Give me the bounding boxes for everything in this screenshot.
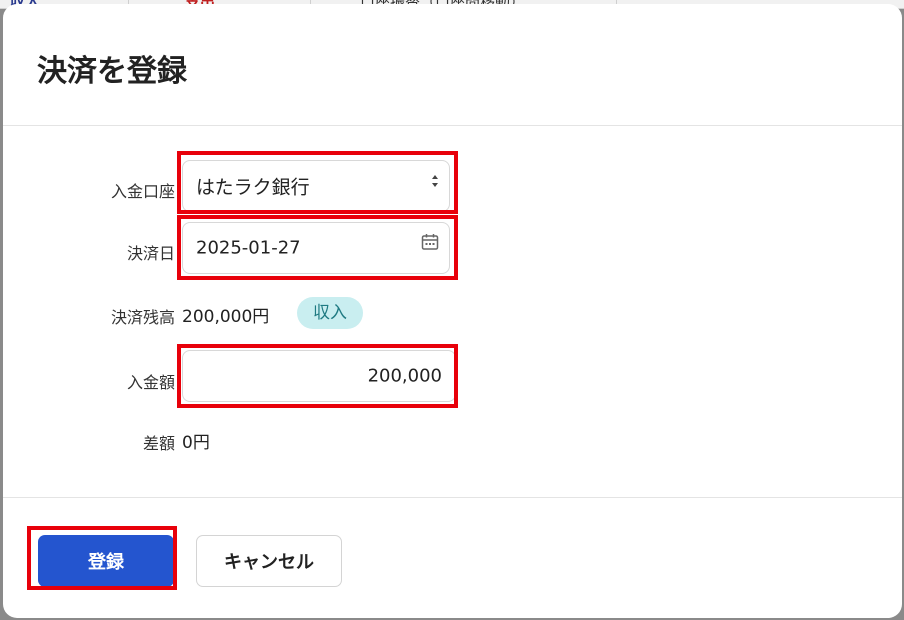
calendar-icon[interactable] [421,233,439,251]
deposit-amount-input[interactable]: 200,000 [182,350,456,402]
deposit-amount-value: 200,000 [367,365,442,387]
cancel-button[interactable]: キャンセル [196,535,342,587]
select-arrows-icon [432,175,438,187]
dialog-title: 決済を登録 [37,54,187,89]
footer-divider [3,497,902,498]
header-divider [3,125,902,126]
income-badge: 収入 [297,297,363,329]
account-label: 入金口座 [110,182,175,201]
settlement-dialog: 決済を登録 入金口座 はたラク銀行 決済日 2025-01-27 決済残高 20… [3,4,902,618]
settlement-date-value: 2025-01-27 [196,237,301,259]
date-label: 決済日 [126,244,175,263]
balance-value: 200,000円 [182,307,270,327]
deposit-account-select[interactable]: はたラク銀行 [182,160,450,212]
deposit-account-value: はたラク銀行 [196,176,310,199]
amount-label: 入金額 [126,373,175,392]
settlement-date-input[interactable]: 2025-01-27 [182,222,450,274]
register-button[interactable]: 登録 [38,535,174,587]
difference-label: 差額 [142,434,175,453]
difference-value: 0円 [182,433,210,453]
balance-label: 決済残高 [110,308,175,327]
